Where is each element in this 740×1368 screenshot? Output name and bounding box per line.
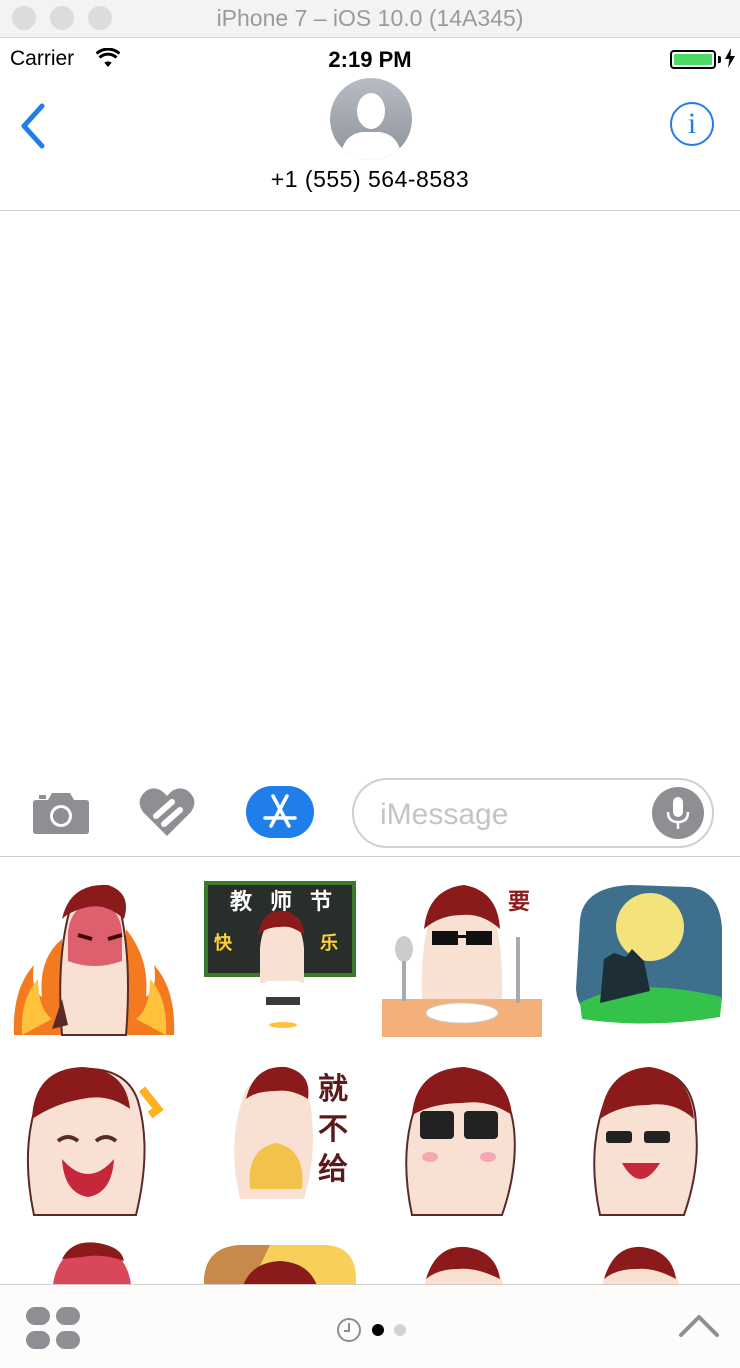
sticker-teachers-day[interactable]: 教 师 节 快 乐 [200,879,364,1037]
expand-chevron-icon[interactable] [678,1313,720,1339]
app-store-button[interactable] [246,786,314,838]
composer-bar: iMessage [0,772,740,856]
page-dot-1[interactable] [372,1324,384,1336]
charging-bolt-icon [725,48,735,68]
microphone-button[interactable] [652,787,704,839]
page-indicator[interactable] [336,1317,406,1343]
conversation-header: +1 (555) 564-8583 i [0,78,740,211]
sticker-laughing-tongue[interactable] [12,1059,176,1217]
sticker-text-bu: 不 [318,1112,348,1147]
sticker-row3-1[interactable] [12,1239,176,1284]
simulator-titlebar: iPhone 7 – iOS 10.0 (14A345) [0,0,740,38]
recents-clock-icon[interactable] [336,1317,362,1343]
sticker-angry-fire[interactable] [12,879,176,1037]
camera-icon[interactable] [32,790,90,834]
sticker-wont-give[interactable]: 就 不 给 [200,1059,364,1217]
back-chevron-icon[interactable] [16,102,52,150]
sticker-row3-4[interactable] [570,1239,734,1284]
digital-touch-icon[interactable] [138,786,196,838]
sticker-row3-2[interactable] [200,1239,364,1284]
sticker-want-to-eat[interactable]: 要 [382,879,546,1037]
microphone-icon [666,797,690,829]
app-store-icon [263,794,297,828]
battery-icon [670,50,716,69]
sticker-row3-3[interactable] [382,1239,546,1284]
app-drawer-bar [0,1284,740,1368]
simulator-title: iPhone 7 – iOS 10.0 (14A345) [216,5,524,31]
status-bar: Carrier 2:19 PM [0,38,740,80]
sticker-sunglasses-kiss[interactable] [382,1059,546,1217]
sticker-moon-night[interactable] [570,879,734,1037]
sticker-text-jie: 节 [310,890,332,915]
status-time: 2:19 PM [328,47,412,72]
sticker-text-yao: 要 [508,890,530,915]
sticker-text-kuai: 快 [214,932,233,954]
message-transcript[interactable] [0,211,740,772]
battery-tip [718,56,721,63]
sticker-text-le: 乐 [320,933,338,954]
sticker-text-gei: 给 [318,1152,348,1187]
app-drawer-icon[interactable] [26,1307,80,1351]
sticker-text-jiao: 教 [230,889,253,915]
page-dot-2[interactable] [394,1324,406,1336]
person-icon [340,93,402,160]
info-icon[interactable]: i [670,102,714,146]
contact-name[interactable]: +1 (555) 564-8583 [0,166,740,193]
sticker-glasses-grin[interactable] [570,1059,734,1217]
sticker-drawer[interactable]: 教 师 节 快 乐 要 就 不 给 [0,856,740,1284]
sticker-text-jiu: 就 [318,1072,348,1107]
message-placeholder: iMessage [380,798,509,831]
contact-avatar[interactable] [330,78,412,160]
message-input[interactable]: iMessage [352,778,714,848]
